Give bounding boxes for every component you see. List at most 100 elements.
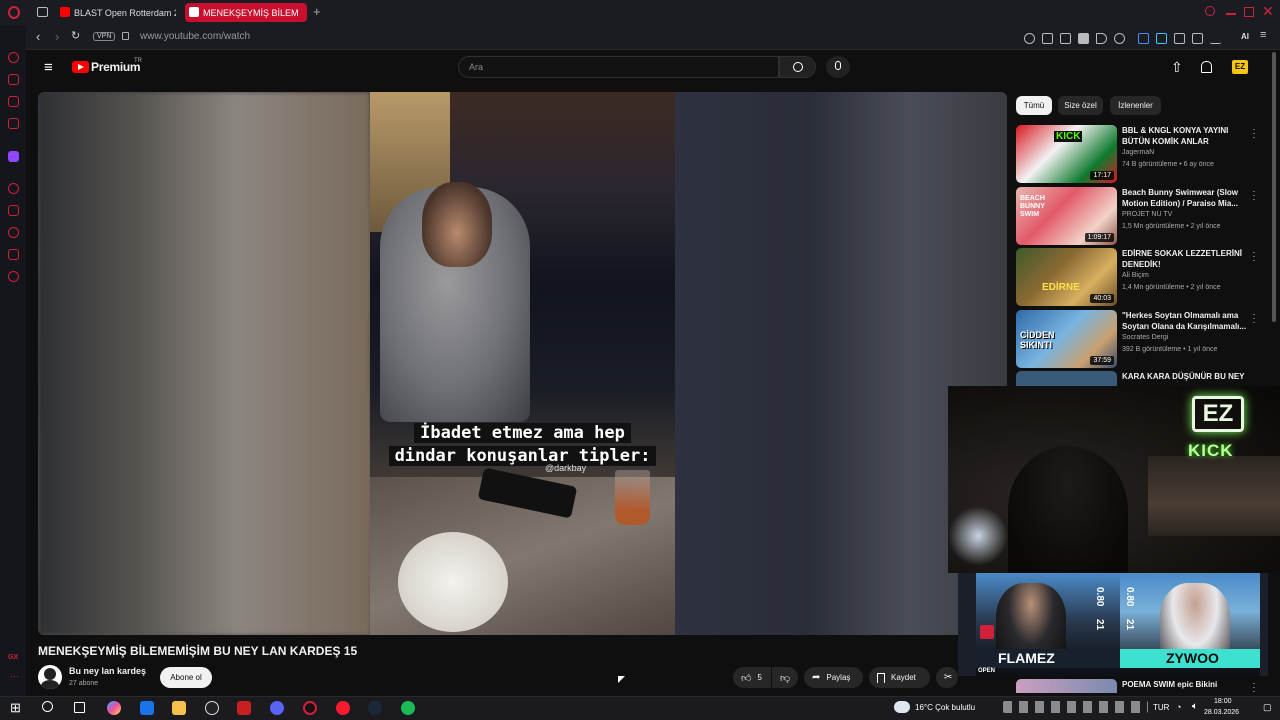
weather-text[interactable]: 16°C Çok bulutlu <box>915 703 975 712</box>
heart-icon[interactable] <box>1114 33 1125 44</box>
copilot-icon[interactable] <box>107 701 121 715</box>
menu-icon[interactable]: ≡ <box>1260 29 1266 41</box>
search-input[interactable]: Ara <box>458 56 779 78</box>
forward-icon[interactable]: › <box>55 29 59 44</box>
easy-setup-icon[interactable] <box>1192 33 1203 44</box>
opera-taskbar-icon[interactable] <box>336 701 350 715</box>
recommendation-title[interactable]: "Herkes Soytarı Olmamalı ama Soytarı Ola… <box>1122 310 1250 332</box>
chip-for-you[interactable]: Size özel <box>1058 96 1103 115</box>
recommendation-thumbnail[interactable]: BEACH BUNNY SWIM 1:09:17 <box>1016 187 1117 245</box>
extension-cyan-icon[interactable] <box>1156 33 1167 44</box>
obs-icon[interactable] <box>205 701 219 715</box>
sidebar-snapshot-icon[interactable] <box>8 249 19 260</box>
channel-name[interactable]: Bu ney lan kardeş <box>69 666 146 676</box>
opera-gx-taskbar-icon[interactable] <box>303 701 317 715</box>
create-upload-icon[interactable]: ⇧ <box>1171 59 1183 76</box>
recommendation-title[interactable]: Beach Bunny Swimwear (Slow Motion Editio… <box>1122 187 1250 209</box>
puzzle-icon[interactable] <box>1174 33 1185 44</box>
search-tabs-icon[interactable] <box>1205 6 1215 16</box>
minimize-icon[interactable] <box>1226 13 1236 15</box>
search-button[interactable] <box>779 56 816 78</box>
clip-button[interactable]: ✂ <box>936 667 958 688</box>
sidebar-settings-icon[interactable] <box>8 271 19 282</box>
sidebar-speed-dial-icon[interactable] <box>8 52 19 63</box>
zoom-icon[interactable] <box>1024 33 1035 44</box>
account-avatar[interactable]: EZ <box>1232 60 1248 74</box>
notifications-icon[interactable]: ▢ <box>1263 702 1272 713</box>
sidebar-messenger-icon[interactable] <box>8 74 19 85</box>
recommendation-title[interactable]: BBL & KNGL KONYA YAYINI BÜTÜN KOMİK ANLA… <box>1122 125 1250 147</box>
more-actions-icon[interactable]: · · · <box>1252 679 1256 693</box>
recommendation-thumbnail[interactable] <box>1016 371 1117 386</box>
new-tab-button[interactable]: + <box>313 4 321 19</box>
recommendation-thumbnail[interactable]: CİDDEN SIKINTI 37:59 <box>1016 310 1117 368</box>
recommendation-item[interactable]: BEACH BUNNY SWIM 1:09:17 Beach Bunny Swi… <box>1016 187 1268 245</box>
recommendation-title[interactable]: EDİRNE SOKAK LEZZETLERİNİ DENEDİK! <box>1122 248 1250 270</box>
notifications-bell-icon[interactable] <box>1201 61 1212 73</box>
chip-watched[interactable]: İzlenenler <box>1110 96 1161 115</box>
more-actions-icon[interactable]: · · · <box>1252 187 1256 204</box>
recommendation-item[interactable]: EDİRNE 40:03 EDİRNE SOKAK LEZZETLERİNİ D… <box>1016 248 1268 306</box>
vpn-badge[interactable]: VPN <box>93 32 116 41</box>
windows-start-icon[interactable]: ⊞ <box>10 701 21 715</box>
close-icon[interactable]: ✕ <box>1262 3 1274 20</box>
task-view-icon[interactable] <box>74 702 85 713</box>
scrollbar[interactable] <box>1272 52 1276 322</box>
language-indicator[interactable]: TUR <box>1153 703 1169 712</box>
recommendation-item[interactable]: POEMA SWIM epic Bikini · · · <box>1016 679 1268 693</box>
sidebar-music-icon[interactable] <box>8 118 19 129</box>
download-icon[interactable] <box>1210 33 1221 44</box>
voice-search-button[interactable] <box>826 56 850 78</box>
spotify-icon[interactable] <box>401 701 415 715</box>
shield-icon[interactable] <box>1078 33 1089 44</box>
recommendation-item[interactable]: KICK 17:17 BBL & KNGL KONYA YAYINI BÜTÜN… <box>1016 125 1268 183</box>
extension-blue-icon[interactable] <box>1138 33 1149 44</box>
steam-icon[interactable] <box>368 701 382 715</box>
subscribe-button[interactable]: Abone ol <box>160 667 212 688</box>
chip-all[interactable]: Tümü <box>1016 96 1052 115</box>
recommendation-title[interactable]: KARA KARA DÜŞÜNÜR BU NEY <box>1122 371 1250 382</box>
sidebar-bookmarks-icon[interactable] <box>8 205 19 216</box>
taskbar-search-icon[interactable] <box>42 701 53 712</box>
save-button[interactable]: Kaydet <box>869 667 930 688</box>
recommendation-channel[interactable]: JagermaN <box>1122 149 1154 156</box>
more-actions-icon[interactable]: · · · <box>1252 125 1256 142</box>
recommendation-item[interactable]: CİDDEN SIKINTI 37:59 "Herkes Soytarı Olm… <box>1016 310 1268 368</box>
discord-icon[interactable] <box>270 701 284 715</box>
system-tray-icons[interactable] <box>1003 701 1148 713</box>
snapshot-icon[interactable] <box>1060 33 1071 44</box>
more-actions-icon[interactable]: · · · <box>1252 248 1256 265</box>
play-icon[interactable] <box>1096 33 1107 44</box>
workspaces-icon[interactable] <box>37 7 48 17</box>
clock-time[interactable]: 18:00 <box>1214 698 1232 705</box>
ai-label[interactable]: AI <box>1241 32 1249 41</box>
channel-avatar[interactable] <box>38 665 62 689</box>
recommendation-channel[interactable]: PROJET NU TV <box>1122 211 1172 218</box>
tab-menekseymis[interactable]: MENEKŞEYMİŞ BİLEM <box>185 3 307 22</box>
sidebar-gx-icon[interactable]: GX <box>8 654 18 661</box>
voice-app-icon[interactable] <box>237 701 251 715</box>
like-button[interactable]: 👍︎ 5 <box>733 667 771 688</box>
sidebar-more-icon[interactable]: ⋯ <box>10 671 19 682</box>
sidebar-history-icon[interactable] <box>8 227 19 238</box>
file-explorer-icon[interactable] <box>172 701 186 715</box>
wifi-icon[interactable]: ◔ <box>1176 702 1181 712</box>
dislike-button[interactable]: 👎︎ <box>772 667 798 688</box>
weather-icon[interactable] <box>894 701 910 713</box>
video-player[interactable]: İbadet etmez ama hep dindar konuşanlar t… <box>38 92 1007 635</box>
sidebar-twitch-icon[interactable] <box>8 151 19 162</box>
reload-icon[interactable]: ↻ <box>71 29 80 42</box>
sidebar-whatsapp-icon[interactable] <box>8 96 19 107</box>
recommendation-channel[interactable]: Ali Biçim <box>1122 272 1149 279</box>
maximize-icon[interactable] <box>1244 7 1254 17</box>
sidebar-player-icon[interactable] <box>8 183 19 194</box>
url-field[interactable]: www.youtube.com/watch <box>140 31 250 42</box>
opera-logo-icon[interactable] <box>8 6 20 19</box>
tab-blast[interactable]: BLAST Open Rotterdam 20 <box>56 3 176 22</box>
recommendation-thumbnail[interactable]: EDİRNE 40:03 <box>1016 248 1117 306</box>
share-button[interactable]: ➦ Paylaş <box>804 667 863 688</box>
hamburger-menu-icon[interactable]: ≡ <box>44 59 53 76</box>
recommendation-thumbnail[interactable]: KICK 17:17 <box>1016 125 1117 183</box>
clock-date[interactable]: 28.03.2026 <box>1204 709 1239 716</box>
recommendation-item[interactable]: KARA KARA DÜŞÜNÜR BU NEY <box>1016 371 1268 386</box>
